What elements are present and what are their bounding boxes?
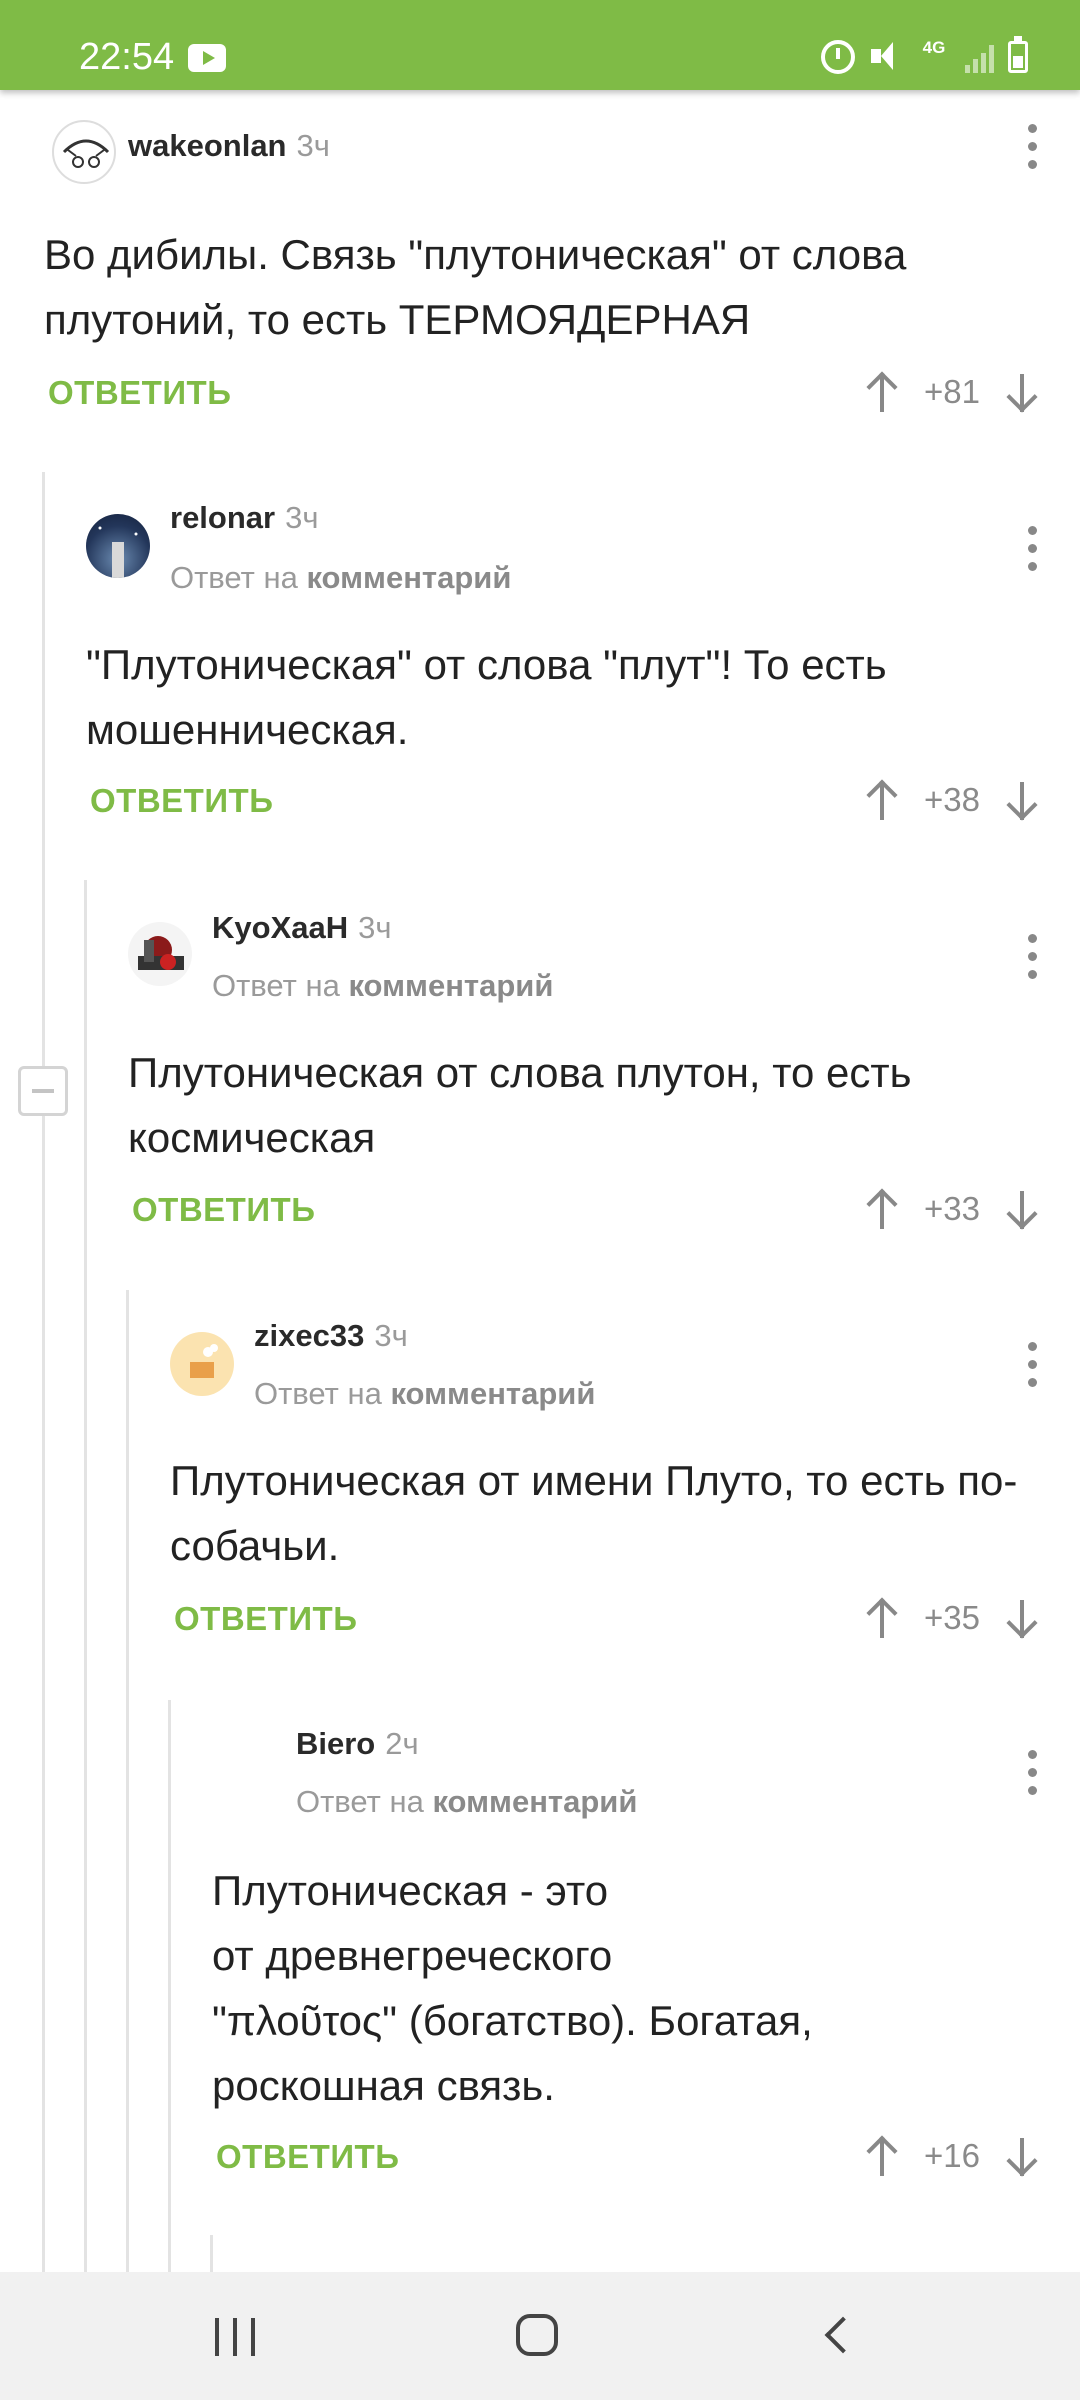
status-time: 22:54 [79,36,175,78]
alarm-icon [821,40,855,74]
author-name[interactable]: zixec33 [254,1318,364,1353]
author-name[interactable]: relonar [170,500,275,535]
reply-to-label: Ответ на комментарий [296,1784,637,1820]
downvote-icon[interactable] [1002,1596,1042,1640]
more-options-icon[interactable] [1028,124,1038,169]
avatar[interactable] [52,120,116,184]
comment-score: +33 [924,1190,980,1227]
vote-controls: +81 [862,370,1042,414]
author-name[interactable]: Biero [296,1726,375,1761]
thread-line [126,1290,129,2272]
comment-text: Во дибилы. Связь "плутоническая" от слов… [44,231,907,343]
comment-score: +81 [924,373,980,410]
comment-author[interactable]: KyoXaaH 3ч [212,910,392,946]
comment-author[interactable]: wakeonlan 3ч [128,128,330,164]
vote-controls: +38 [862,778,1042,822]
comment-score: +35 [924,1599,980,1636]
downvote-icon[interactable] [1002,2134,1042,2178]
thread-line [210,2235,213,2272]
home-icon[interactable] [516,2314,558,2356]
comment-author[interactable]: relonar 3ч [170,500,319,536]
reply-prefix: Ответ на [254,1376,382,1411]
comment-text: Плутоническая - это от древнегреческого … [212,1867,813,2109]
comment-text: Плутоническая от слова плутон, то есть к… [128,1049,912,1161]
reply-button[interactable]: ОТВЕТИТЬ [174,1600,357,1638]
comment-score: +38 [924,781,980,818]
upvote-icon[interactable] [862,1187,902,1231]
upvote-icon[interactable] [862,370,902,414]
reply-to-label: Ответ на комментарий [254,1376,595,1412]
status-icons: 4G [821,36,1028,74]
thread-line [42,472,45,2272]
more-options-icon[interactable] [1028,526,1038,571]
vote-controls: +16 [862,2134,1042,2178]
back-icon[interactable] [824,2316,862,2354]
comment-author[interactable]: zixec33 3ч [254,1318,408,1354]
status-bar: 22:54 4G [0,0,1080,90]
comment-time: 3ч [358,910,392,945]
avatar[interactable] [170,1332,234,1396]
more-options-icon[interactable] [1028,1750,1038,1795]
navigation-bar [0,2272,1080,2400]
upvote-icon[interactable] [862,778,902,822]
downvote-icon[interactable] [1002,370,1042,414]
reply-to-label: Ответ на комментарий [212,968,553,1004]
reply-target-link[interactable]: комментарий [348,968,553,1003]
reply-prefix: Ответ на [296,1784,424,1819]
comment-time: 3ч [285,500,319,535]
reply-button[interactable]: ОТВЕТИТЬ [216,2138,399,2176]
thread-line [84,880,87,2272]
reply-target-link[interactable]: комментарий [432,1784,637,1819]
recents-icon[interactable] [215,2318,255,2356]
downvote-icon[interactable] [1002,1187,1042,1231]
author-name[interactable]: KyoXaaH [212,910,348,945]
mute-icon [869,40,903,74]
upvote-icon[interactable] [862,1596,902,1640]
reply-button[interactable]: ОТВЕТИТЬ [132,1191,315,1229]
vote-controls: +33 [862,1187,1042,1231]
youtube-notification-icon [188,44,226,72]
thread-line [168,1700,171,2272]
reply-target-link[interactable]: комментарий [306,560,511,595]
comment-score: +16 [924,2137,980,2174]
comment-time: 3ч [296,128,330,163]
reply-button[interactable]: ОТВЕТИТЬ [90,782,273,820]
comment-text: Плутоническая от имени Плуто, то есть по… [170,1457,1018,1569]
reply-prefix: Ответ на [170,560,298,595]
upvote-icon[interactable] [862,2134,902,2178]
author-name[interactable]: wakeonlan [128,128,287,163]
vote-controls: +35 [862,1596,1042,1640]
avatar[interactable] [86,514,150,578]
comment-author[interactable]: Biero 2ч [296,1726,419,1762]
comment-time: 3ч [374,1318,408,1353]
collapse-thread-button[interactable] [18,1066,68,1116]
signal-icon [965,41,994,73]
more-options-icon[interactable] [1028,934,1038,979]
comment-text: "Плутоническая" от слова "плут"! То есть… [86,641,887,753]
network-type-icon: 4G [922,38,946,57]
battery-icon [1008,36,1028,73]
reply-to-label: Ответ на комментарий [170,560,511,596]
reply-button[interactable]: ОТВЕТИТЬ [48,374,231,412]
downvote-icon[interactable] [1002,778,1042,822]
reply-target-link[interactable]: комментарий [390,1376,595,1411]
avatar[interactable] [128,922,192,986]
comment-time: 2ч [385,1726,419,1761]
more-options-icon[interactable] [1028,1342,1038,1387]
reply-prefix: Ответ на [212,968,340,1003]
